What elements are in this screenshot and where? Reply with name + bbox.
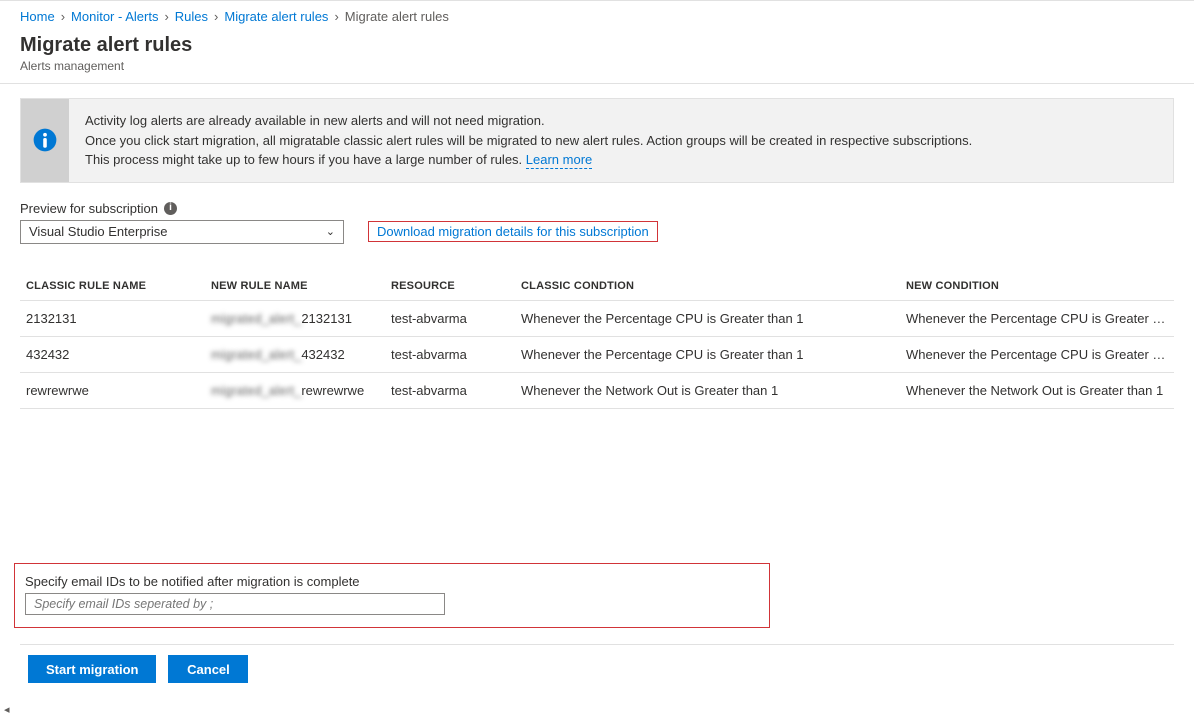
th-classic-rule-name[interactable]: CLASSIC RULE NAME (20, 272, 205, 301)
download-migration-details-link[interactable]: Download migration details for this subs… (368, 221, 658, 242)
cell-new-name: migrated_alert_2132131 (205, 300, 385, 336)
cell-new-cond: Whenever the Percentage CPU is Greater t… (900, 300, 1174, 336)
table-row: 432432 migrated_alert_432432 test-abvarm… (20, 336, 1174, 372)
chevron-down-icon: ⌄ (326, 225, 335, 238)
chevron-right-icon: › (164, 9, 168, 24)
email-notification-section: Specify email IDs to be notified after m… (14, 563, 770, 628)
th-new-rule-name[interactable]: NEW RULE NAME (205, 272, 385, 301)
cell-new-cond: Whenever the Percentage CPU is Greater t… (900, 336, 1174, 372)
info-bar: Activity log alerts are already availabl… (20, 98, 1174, 183)
rules-table: CLASSIC RULE NAME NEW RULE NAME RESOURCE… (20, 272, 1174, 409)
subscription-select[interactable]: Visual Studio Enterprise ⌄ (20, 220, 344, 244)
cell-resource: test-abvarma (385, 372, 515, 408)
email-label: Specify email IDs to be notified after m… (25, 574, 759, 589)
table-row: rewrewrwe migrated_alert_rewrewrwe test-… (20, 372, 1174, 408)
cell-classic-name: 2132131 (20, 300, 205, 336)
info-icon (21, 99, 69, 182)
breadcrumb-item-rules[interactable]: Rules (175, 9, 208, 24)
cell-classic-name: 432432 (20, 336, 205, 372)
info-line2: Once you click start migration, all migr… (85, 131, 972, 151)
info-line1: Activity log alerts are already availabl… (85, 111, 972, 131)
cell-resource: test-abvarma (385, 336, 515, 372)
th-new-condition[interactable]: NEW CONDITION (900, 272, 1174, 301)
cell-classic-name: rewrewrwe (20, 372, 205, 408)
cell-classic-cond: Whenever the Percentage CPU is Greater t… (515, 300, 900, 336)
chevron-right-icon: › (61, 9, 65, 24)
table-header-row: CLASSIC RULE NAME NEW RULE NAME RESOURCE… (20, 272, 1174, 301)
th-resource[interactable]: RESOURCE (385, 272, 515, 301)
info-line3: This process might take up to few hours … (85, 152, 526, 167)
breadcrumb-item-home[interactable]: Home (20, 9, 55, 24)
page-subtitle: Alerts management (20, 59, 1174, 73)
table-row: 2132131 migrated_alert_2132131 test-abva… (20, 300, 1174, 336)
breadcrumb-item-monitor-alerts[interactable]: Monitor - Alerts (71, 9, 158, 24)
start-migration-button[interactable]: Start migration (28, 655, 156, 683)
email-input[interactable] (25, 593, 445, 615)
th-classic-condition[interactable]: CLASSIC CONDTION (515, 272, 900, 301)
breadcrumb-item-migrate-parent[interactable]: Migrate alert rules (224, 9, 328, 24)
subscription-select-value: Visual Studio Enterprise (29, 224, 326, 239)
page-title: Migrate alert rules (20, 34, 1174, 57)
cell-new-name: migrated_alert_432432 (205, 336, 385, 372)
cell-classic-cond: Whenever the Percentage CPU is Greater t… (515, 336, 900, 372)
scroll-left-icon[interactable]: ◂ (4, 703, 10, 716)
learn-more-link[interactable]: Learn more (526, 152, 592, 169)
breadcrumb-item-current: Migrate alert rules (345, 9, 449, 24)
footer-divider (20, 644, 1174, 645)
breadcrumb: Home › Monitor - Alerts › Rules › Migrat… (20, 9, 1174, 24)
info-tooltip-icon[interactable]: i (164, 202, 177, 215)
chevron-right-icon: › (334, 9, 338, 24)
cancel-button[interactable]: Cancel (168, 655, 248, 683)
header-divider (0, 83, 1194, 84)
cell-new-name: migrated_alert_rewrewrwe (205, 372, 385, 408)
subscription-label: Preview for subscription (20, 201, 158, 216)
cell-classic-cond: Whenever the Network Out is Greater than… (515, 372, 900, 408)
cell-resource: test-abvarma (385, 300, 515, 336)
chevron-right-icon: › (214, 9, 218, 24)
cell-new-cond: Whenever the Network Out is Greater than… (900, 372, 1174, 408)
